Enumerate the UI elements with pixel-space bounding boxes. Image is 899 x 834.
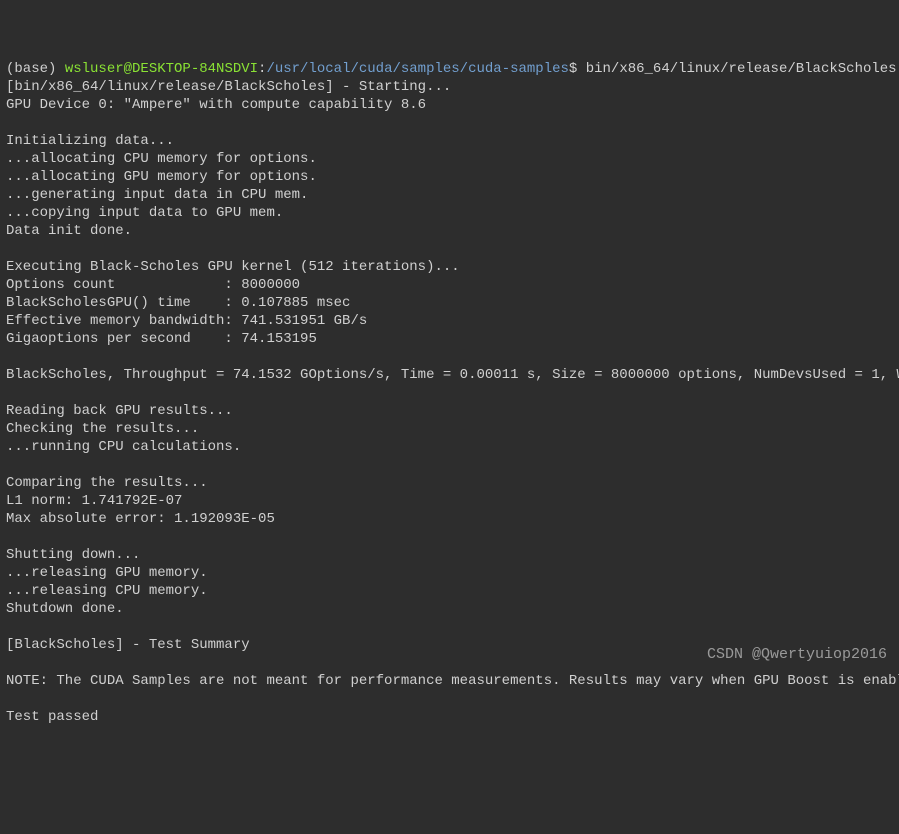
output-line: ...releasing GPU memory. [6,565,208,581]
prompt-env: (base) [6,61,65,77]
output-line: Test passed [6,709,98,725]
output-line: Initializing data... [6,133,174,149]
output-line: Shutting down... [6,547,140,563]
output-line: ...copying input data to GPU mem. [6,205,283,221]
output-line: [BlackScholes] - Test Summary [6,637,250,653]
output-line: ...allocating CPU memory for options. [6,151,317,167]
output-line: Shutdown done. [6,601,124,617]
output-line: BlackScholesGPU() time : 0.107885 msec [6,295,350,311]
output-line: Data init done. [6,223,132,239]
output-line: [bin/x86_64/linux/release/BlackScholes] … [6,79,451,95]
terminal-output[interactable]: (base) wsluser@DESKTOP-84NSDVI:/usr/loca… [6,60,893,726]
output-line: NOTE: The CUDA Samples are not meant for… [6,673,899,689]
output-line: Comparing the results... [6,475,208,491]
command-text: bin/x86_64/linux/release/BlackScholes [586,61,897,77]
output-line: Checking the results... [6,421,199,437]
output-line: GPU Device 0: "Ampere" with compute capa… [6,97,426,113]
output-line: Reading back GPU results... [6,403,233,419]
output-line: ...allocating GPU memory for options. [6,169,317,185]
watermark-text: CSDN @Qwertyuiop2016 [707,646,887,664]
prompt-line: (base) wsluser@DESKTOP-84NSDVI:/usr/loca… [6,61,897,77]
output-line: Gigaoptions per second : 74.153195 [6,331,317,347]
prompt-userhost: wsluser@DESKTOP-84NSDVI [65,61,258,77]
prompt-dollar: $ [569,61,586,77]
output-line: Executing Black-Scholes GPU kernel (512 … [6,259,460,275]
output-line: ...releasing CPU memory. [6,583,208,599]
output-line: L1 norm: 1.741792E-07 [6,493,182,509]
prompt-path: /usr/local/cuda/samples/cuda-samples [266,61,568,77]
output-line: BlackScholes, Throughput = 74.1532 GOpti… [6,367,899,383]
output-line: ...running CPU calculations. [6,439,241,455]
output-line: Max absolute error: 1.192093E-05 [6,511,275,527]
output-line: Effective memory bandwidth: 741.531951 G… [6,313,367,329]
output-line: ...generating input data in CPU mem. [6,187,308,203]
output-line: Options count : 8000000 [6,277,300,293]
